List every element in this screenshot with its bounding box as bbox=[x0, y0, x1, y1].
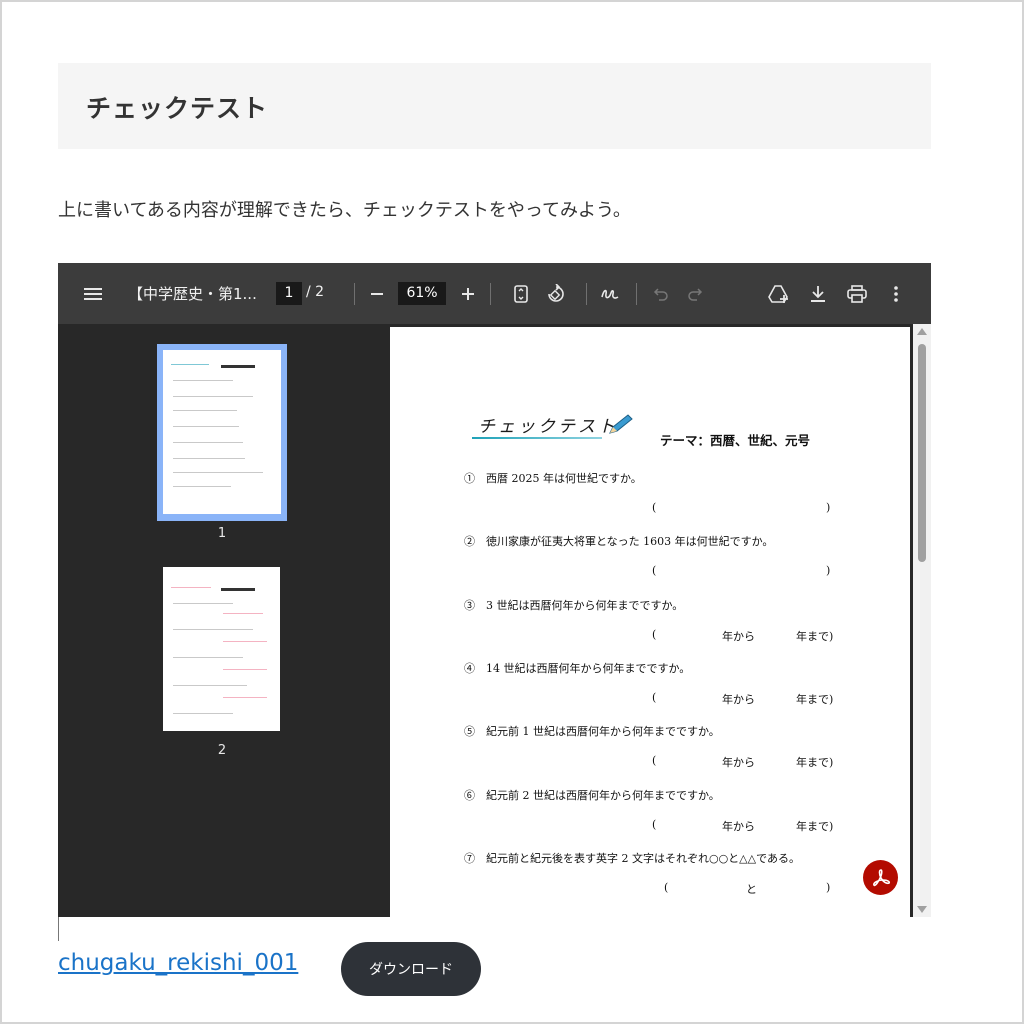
fit-page-icon[interactable] bbox=[510, 263, 532, 324]
file-link[interactable]: chugaku_rekishi_001 bbox=[58, 950, 298, 976]
intro-text: 上に書いてある内容が理解できたら、チェックテストをやってみよう。 bbox=[58, 200, 631, 221]
menu-icon[interactable] bbox=[78, 263, 108, 324]
answer-mid: 年から bbox=[722, 820, 755, 833]
undo-icon[interactable] bbox=[650, 263, 672, 324]
more-vert-icon[interactable] bbox=[886, 263, 906, 324]
toolbar-divider bbox=[490, 283, 491, 305]
toolbar-divider bbox=[636, 283, 637, 305]
answer-close: ) bbox=[826, 501, 831, 514]
thumbnail-page-1-image bbox=[163, 350, 281, 514]
viewer-scrollbar[interactable] bbox=[913, 324, 931, 917]
answer-open: ( bbox=[652, 501, 657, 514]
answer-open: ( bbox=[652, 564, 657, 577]
answer-open: ( bbox=[652, 754, 657, 767]
answer-mid: と bbox=[746, 883, 757, 896]
page-total: / 2 bbox=[306, 284, 325, 300]
answer-mid: 年から bbox=[722, 630, 755, 643]
section-heading-box: チェックテスト bbox=[58, 63, 931, 149]
pdf-page: チェックテスト テーマ：西暦、世紀、元号 ① 西暦 2025 年は何世紀ですか。… bbox=[390, 327, 910, 917]
scroll-down-arrow-icon[interactable] bbox=[917, 906, 927, 913]
thumbnail-page-2[interactable] bbox=[163, 567, 280, 731]
pdf-viewer: 【中学歴史・第1... 1 / 2 61% 1 2 チェックテスト テーマ：西暦… bbox=[58, 263, 931, 917]
rotate-icon[interactable] bbox=[544, 263, 568, 324]
question-6: ⑥ 紀元前 2 世紀は西暦何年から何年までですか。 bbox=[464, 789, 720, 802]
answer-open: ( bbox=[652, 818, 657, 831]
answer-close: 年まで) bbox=[796, 820, 834, 833]
viewer-toolbar: 【中学歴史・第1... 1 / 2 61% bbox=[58, 263, 931, 324]
question-4: ④ 14 世紀は西暦何年から何年までですか。 bbox=[464, 662, 691, 675]
minus-icon[interactable] bbox=[366, 263, 388, 324]
toolbar-divider bbox=[354, 283, 355, 305]
answer-mid: 年から bbox=[722, 693, 755, 706]
plus-icon[interactable] bbox=[457, 263, 479, 324]
download-button[interactable]: ダウンロード bbox=[341, 942, 481, 996]
print-icon[interactable] bbox=[844, 263, 870, 324]
pdf-page-title: チェックテスト bbox=[478, 417, 618, 437]
question-3: ③ 3 世紀は西暦何年から何年までですか。 bbox=[464, 599, 684, 612]
thumbnail-label-2: 2 bbox=[217, 743, 227, 758]
scroll-up-arrow-icon[interactable] bbox=[917, 328, 927, 335]
thumbnail-label-1: 1 bbox=[217, 526, 227, 541]
question-1: ① 西暦 2025 年は何世紀ですか。 bbox=[464, 472, 642, 485]
annotate-icon[interactable] bbox=[598, 263, 622, 324]
answer-open: ( bbox=[652, 628, 657, 641]
pdf-title-underline bbox=[472, 437, 602, 439]
answer-close: 年まで) bbox=[796, 693, 834, 706]
answer-close: 年まで) bbox=[796, 630, 834, 643]
pencil-icon bbox=[609, 414, 633, 434]
answer-mid: 年から bbox=[722, 756, 755, 769]
question-5: ⑤ 紀元前 1 世紀は西暦何年から何年までですか。 bbox=[464, 725, 720, 738]
question-7: ⑦ 紀元前と紀元後を表す英字 2 文字はそれぞれ○○と△△である。 bbox=[464, 852, 800, 865]
section-heading: チェックテスト bbox=[86, 94, 269, 123]
answer-open: ( bbox=[664, 881, 669, 894]
acrobat-icon[interactable] bbox=[863, 860, 898, 895]
download-icon[interactable] bbox=[806, 263, 830, 324]
answer-close: 年まで) bbox=[796, 756, 834, 769]
answer-close: ) bbox=[826, 564, 831, 577]
toolbar-divider bbox=[586, 283, 587, 305]
drive-add-icon[interactable] bbox=[766, 263, 792, 324]
redo-icon[interactable] bbox=[684, 263, 706, 324]
thumbnail-page-1[interactable] bbox=[157, 344, 287, 521]
pdf-theme: テーマ：西暦、世紀、元号 bbox=[660, 433, 811, 448]
divider-line bbox=[58, 917, 59, 941]
zoom-input[interactable]: 61% bbox=[398, 282, 446, 305]
document-title: 【中学歴史・第1... bbox=[128, 285, 257, 303]
answer-open: ( bbox=[652, 691, 657, 704]
page-number-input[interactable]: 1 bbox=[276, 282, 302, 305]
scrollbar-thumb[interactable] bbox=[918, 344, 926, 562]
answer-close: ) bbox=[826, 881, 831, 894]
question-2: ② 徳川家康が征夷大将軍となった 1603 年は何世紀ですか。 bbox=[464, 535, 774, 548]
thumbnail-sidebar: 1 2 bbox=[58, 324, 386, 917]
